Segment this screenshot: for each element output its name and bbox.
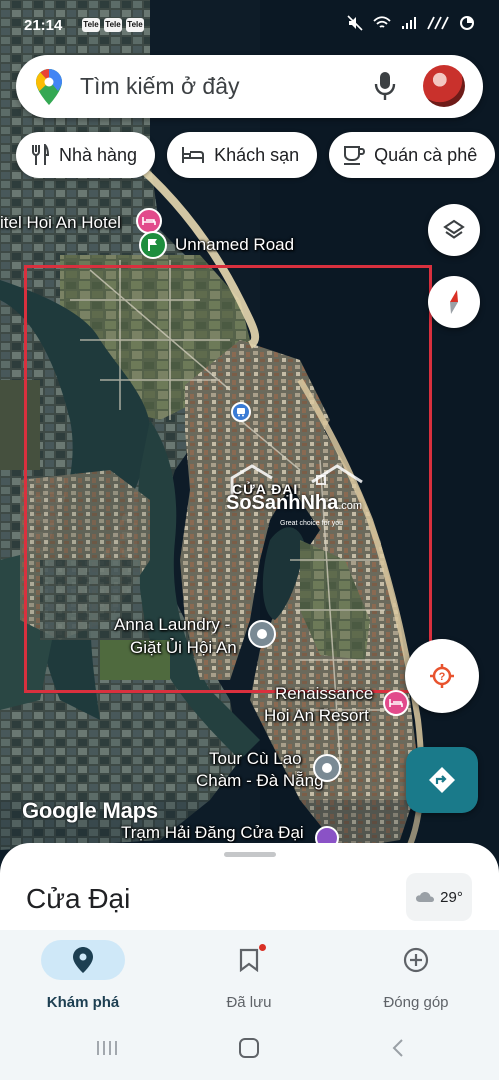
place-title: Cửa Đại	[26, 883, 131, 914]
coffee-icon	[344, 146, 366, 165]
microphone-icon[interactable]	[372, 70, 398, 102]
notification-dot	[259, 944, 266, 951]
renaissance-label-2[interactable]: Hoi An Resort	[264, 706, 369, 726]
category-chips: Nhà hàng Khách sạn Quán cà phê	[16, 132, 496, 178]
mute-icon	[347, 15, 363, 31]
avatar[interactable]	[423, 65, 465, 107]
status-bar: 21:14 Tele Tele Tele	[0, 0, 499, 52]
svg-text:?: ?	[439, 671, 446, 683]
notification-icon: Tele	[82, 18, 100, 32]
nav-saved[interactable]: Đã lưu	[166, 940, 332, 1011]
weather-badge[interactable]: 29°	[406, 873, 472, 921]
drag-handle[interactable]	[224, 852, 276, 857]
resort-pin-icon[interactable]	[383, 690, 409, 716]
my-location-button[interactable]: ?	[405, 639, 479, 713]
watermark-tagline: Great choice for you	[280, 520, 344, 527]
bus-stop-icon[interactable]	[231, 402, 251, 422]
add-circle-icon	[403, 947, 429, 973]
chip-hotels[interactable]: Khách sạn	[167, 132, 318, 178]
compass-button[interactable]	[428, 276, 480, 328]
cloud-icon	[416, 892, 435, 902]
weather-temp: 29°	[440, 888, 463, 906]
signal-2-icon	[427, 16, 449, 30]
nav-label: Đã lưu	[226, 994, 272, 1011]
chip-label: Quán cà phê	[374, 144, 478, 165]
bed-icon	[182, 147, 205, 163]
chip-label: Khách sạn	[214, 144, 300, 165]
renaissance-label-1[interactable]: Renaissance	[275, 684, 373, 704]
location-target-icon: ?	[430, 664, 454, 688]
chip-cafes[interactable]: Quán cà phê	[329, 132, 496, 178]
flag-pin-icon[interactable]	[139, 231, 167, 259]
google-maps-pin-icon	[36, 69, 62, 105]
tour-label-2[interactable]: Chàm - Đà Nẵng	[196, 771, 324, 791]
nav-contribute[interactable]: Đóng góp	[333, 940, 499, 1011]
layers-button[interactable]	[428, 204, 480, 256]
watermark-brand: SoSanhNha	[226, 492, 339, 514]
chip-restaurants[interactable]: Nhà hàng	[16, 132, 156, 178]
fork-knife-icon	[32, 144, 50, 165]
bookmark-icon	[239, 948, 259, 972]
anna-laundry-label-2[interactable]: Giặt Ủi Hội An	[130, 638, 237, 658]
unnamed-road-label[interactable]: Unnamed Road	[175, 235, 294, 255]
signal-icon	[402, 17, 416, 29]
chip-label: Nhà hàng	[59, 144, 138, 165]
search-input[interactable]: Tìm kiếm ở đây	[80, 73, 240, 100]
compass-icon	[450, 290, 458, 314]
anna-laundry-label-1[interactable]: Anna Laundry -	[114, 615, 230, 635]
nav-label: Khám phá	[46, 994, 120, 1011]
nav-explore[interactable]: Khám phá	[0, 940, 166, 1011]
layers-icon	[443, 219, 465, 239]
notification-icon: Tele	[126, 18, 144, 32]
recent-apps-icon[interactable]	[94, 1037, 122, 1059]
tour-pin-icon[interactable]	[313, 754, 341, 782]
watermark-domain: .com	[338, 500, 363, 512]
notification-icon: Tele	[104, 18, 122, 32]
directions-button[interactable]	[406, 747, 478, 813]
battery-icon	[460, 16, 474, 30]
directions-icon	[429, 767, 455, 793]
lighthouse-label[interactable]: Trạm Hải Đăng Cửa Đại	[121, 823, 304, 843]
status-time: 21:14	[24, 17, 63, 34]
back-icon[interactable]	[388, 1037, 410, 1059]
nav-label: Đóng góp	[383, 994, 449, 1011]
system-nav-bar	[0, 1020, 499, 1080]
home-icon[interactable]	[238, 1037, 260, 1059]
tour-label-1[interactable]: Tour Cù Lao	[209, 749, 302, 769]
search-bar[interactable]: Tìm kiếm ở đây	[16, 55, 483, 118]
laundry-pin-icon[interactable]	[248, 620, 276, 648]
hotel-pin-icon[interactable]	[136, 208, 162, 234]
location-pin-icon	[73, 947, 93, 973]
google-maps-logo: Google Maps	[22, 798, 158, 823]
hotel-label[interactable]: itel Hoi An Hotel	[0, 213, 121, 233]
wifi-icon	[373, 16, 391, 28]
